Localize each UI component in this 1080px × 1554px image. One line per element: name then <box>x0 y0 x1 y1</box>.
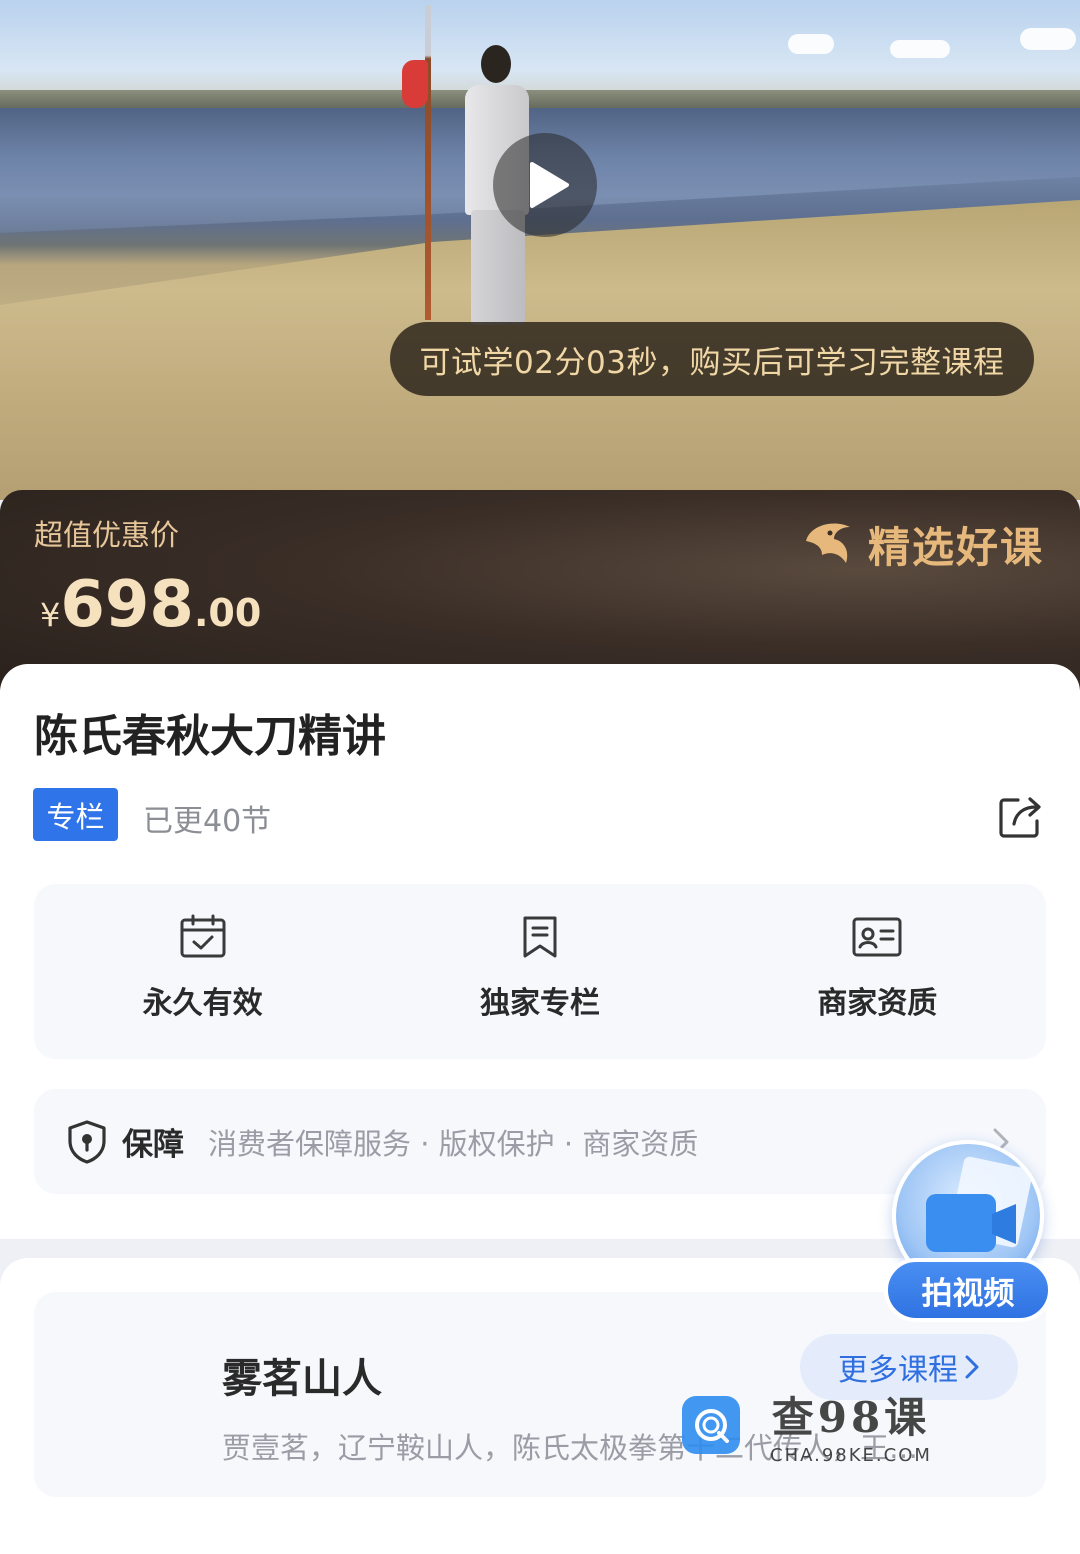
cloud <box>788 34 834 54</box>
lesson-count: 已更40节 <box>143 804 272 839</box>
calendar-check-icon <box>180 914 226 958</box>
feature-label: 独家专栏 <box>479 986 600 1021</box>
feature-label: 商家资质 <box>817 986 938 1021</box>
share-button[interactable] <box>996 791 1046 841</box>
feature-list: 永久有效 独家专栏 商家资质 <box>34 884 1046 1059</box>
bookmark-icon <box>523 916 557 958</box>
course-title: 陈氏春秋大刀精讲 <box>34 711 386 762</box>
price-integer: 698 <box>60 568 194 642</box>
price-label: 超值优惠价 <box>34 518 180 552</box>
price-decimal: .00 <box>193 591 262 635</box>
watermark-sub: CHA.98KE.COM <box>770 1445 932 1466</box>
record-video-button[interactable]: 拍视频 <box>884 1140 1052 1322</box>
brand-badge: 精选好课 <box>800 514 1044 575</box>
feature-label: 永久有效 <box>142 986 263 1021</box>
cloud <box>1020 28 1076 50</box>
guarantee-title: 保障 <box>122 1127 184 1163</box>
feature-qualification: 商家资质 <box>709 884 1046 1059</box>
cloud <box>890 40 950 58</box>
price-value: ¥698.00 <box>40 568 261 642</box>
dolphin-logo-icon <box>805 522 850 563</box>
shield-icon <box>68 1119 106 1164</box>
record-video-label: 拍视频 <box>884 1258 1052 1322</box>
guarantee-items: 消费者保障服务 · 版权保护 · 商家资质 <box>208 1126 699 1161</box>
currency-symbol: ¥ <box>40 596 61 634</box>
teacher-name: 雾茗山人 <box>222 1356 382 1402</box>
play-icon <box>530 162 569 208</box>
spear-tassel <box>402 60 428 108</box>
brand-text: 精选好课 <box>867 523 1044 572</box>
share-icon <box>999 797 1041 838</box>
chevron-right-icon <box>965 1355 979 1379</box>
watermark-main: 查98课 <box>771 1393 931 1442</box>
price-banner: 超值优惠价 ¥698.00 精选好课 <box>0 490 1080 690</box>
id-card-icon <box>852 917 902 957</box>
watermark-logo-icon <box>682 1396 740 1454</box>
spear-figure <box>425 5 431 320</box>
video-player[interactable]: 可试学02分03秒，购买后可学习完整课程 <box>0 0 1080 500</box>
trial-notice: 可试学02分03秒，购买后可学习完整课程 <box>390 322 1034 396</box>
feature-exclusive: 独家专栏 <box>371 884 708 1059</box>
more-courses-label: 更多课程 <box>838 1353 958 1388</box>
watermark: 查98课 CHA.98KE.COM <box>682 1384 932 1466</box>
play-button[interactable] <box>493 133 597 237</box>
feature-permanent: 永久有效 <box>34 884 371 1059</box>
column-tag: 专栏 <box>33 788 118 841</box>
